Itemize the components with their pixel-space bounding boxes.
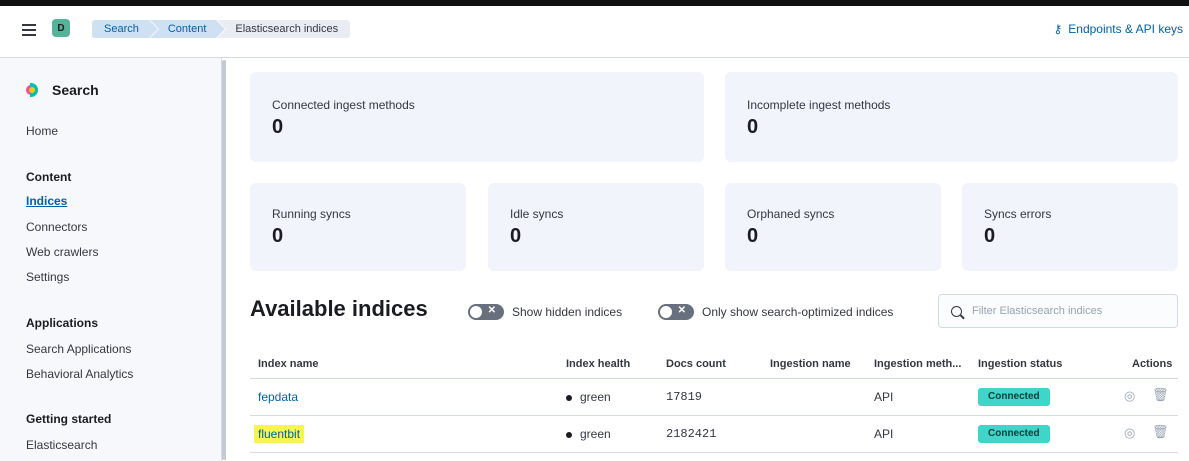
card-label: Incomplete ingest methods <box>747 98 891 112</box>
column-ingestion-status[interactable]: Ingestion status <box>978 358 1062 370</box>
show-hidden-indices-toggle[interactable]: ✕ Show hidden indices <box>468 304 622 320</box>
sidebar-item-behavioral-analytics[interactable]: Behavioral Analytics <box>26 367 133 381</box>
breadcrumb-content[interactable]: Content <box>149 20 226 38</box>
page-title: Available indices <box>250 296 428 321</box>
column-ingestion-method[interactable]: Ingestion meth... <box>874 358 961 370</box>
column-actions: Actions <box>1132 358 1173 370</box>
card-label: Connected ingest methods <box>272 98 415 112</box>
card-value: 0 <box>747 116 759 138</box>
search-optimized-toggle[interactable]: ✕ Only show search-optimized indices <box>658 304 893 320</box>
toggle-switch[interactable]: ✕ <box>658 304 694 320</box>
ingestion-method-cell: API <box>874 427 894 441</box>
toggle-switch[interactable]: ✕ <box>468 304 504 320</box>
toggle-label: Only show search-optimized indices <box>702 305 894 319</box>
trash-icon[interactable]: 🗑 <box>1152 424 1169 440</box>
column-index-name[interactable]: Index name <box>258 358 319 370</box>
sidebar-title: Search <box>26 82 99 98</box>
health-text: green <box>580 427 611 441</box>
docs-count-cell: 17819 <box>666 390 703 404</box>
breadcrumb-search[interactable]: Search <box>92 20 159 38</box>
ingestion-method-cell: API <box>874 390 894 404</box>
sidebar-item-web-crawlers[interactable]: Web crawlers <box>26 245 98 259</box>
divider <box>250 415 1178 416</box>
card-value: 0 <box>510 225 522 247</box>
sidebar-title-text: Search <box>52 82 99 98</box>
search-app-logo-icon <box>26 83 40 97</box>
index-link-fepdata[interactable]: fepdata <box>258 390 298 404</box>
sidebar-item-search-applications[interactable]: Search Applications <box>26 342 131 356</box>
highlighted-index-name: fluentbit <box>254 425 305 443</box>
incomplete-ingest-card: Incomplete ingest methods 0 <box>725 72 1178 162</box>
column-docs-count[interactable]: Docs count <box>666 358 726 370</box>
status-badge: Connected <box>978 388 1050 406</box>
sidebar-item-home[interactable]: Home <box>26 124 58 138</box>
column-index-health[interactable]: Index health <box>566 358 630 370</box>
card-label: Idle syncs <box>510 207 564 221</box>
index-link-fluentbit[interactable]: fluentbit <box>254 425 305 443</box>
filter-placeholder: Filter Elasticsearch indices <box>972 305 1103 317</box>
divider <box>250 378 1178 379</box>
trash-icon[interactable]: 🗑 <box>1152 387 1169 403</box>
breadcrumb-elasticsearch-indices: Elasticsearch indices <box>217 20 351 38</box>
sidebar-item-connectors[interactable]: Connectors <box>26 220 87 234</box>
cross-icon: ✕ <box>487 305 496 316</box>
cross-icon: ✕ <box>677 305 686 316</box>
sidebar-item-settings[interactable]: Settings <box>26 270 69 284</box>
card-label: Orphaned syncs <box>747 207 835 221</box>
sidebar-heading-getting-started: Getting started <box>26 412 112 426</box>
health-cell: green <box>566 390 611 404</box>
health-dot-icon <box>566 431 572 438</box>
view-icon[interactable]: ◎ <box>1124 388 1135 404</box>
card-value: 0 <box>272 116 284 138</box>
endpoints-api-keys-button[interactable]: ⚷ Endpoints & API keys <box>1053 22 1183 36</box>
docs-count-cell: 2182421 <box>666 427 717 441</box>
search-icon <box>951 305 962 317</box>
sidebar-item-elasticsearch[interactable]: Elasticsearch <box>26 438 97 452</box>
toggle-label: Show hidden indices <box>512 305 623 319</box>
health-dot-icon <box>566 394 572 401</box>
orphaned-syncs-card: Orphaned syncs 0 <box>725 183 941 271</box>
card-value: 0 <box>272 225 284 247</box>
view-icon[interactable]: ◎ <box>1124 425 1135 441</box>
idle-syncs-card: Idle syncs 0 <box>488 183 704 271</box>
column-ingestion-name[interactable]: Ingestion name <box>770 358 851 370</box>
sidebar-item-indices[interactable]: Indices <box>26 194 67 208</box>
divider <box>250 452 1178 453</box>
health-cell: green <box>566 427 611 441</box>
menu-icon[interactable] <box>22 24 36 36</box>
card-value: 0 <box>984 225 996 247</box>
filter-indices-input[interactable]: Filter Elasticsearch indices <box>938 294 1178 328</box>
endpoints-label: Endpoints & API keys <box>1068 22 1183 36</box>
sidebar-scrollbar[interactable] <box>222 60 226 460</box>
top-header: D Search Content Elasticsearch indices ⚷… <box>0 0 1189 58</box>
sidebar: Search Home Content Indices Connectors W… <box>0 58 222 461</box>
sidebar-heading-applications: Applications <box>26 316 99 330</box>
sync-errors-card: Syncs errors 0 <box>962 183 1178 271</box>
card-label: Running syncs <box>272 207 351 221</box>
running-syncs-card: Running syncs 0 <box>250 183 466 271</box>
sidebar-heading-content: Content <box>26 170 72 184</box>
health-text: green <box>580 390 611 404</box>
connected-ingest-card: Connected ingest methods 0 <box>250 72 704 162</box>
status-badge: Connected <box>978 425 1050 443</box>
space-avatar[interactable]: D <box>52 19 70 37</box>
card-label: Syncs errors <box>984 207 1052 221</box>
breadcrumb: Search Content Elasticsearch indices <box>92 20 351 38</box>
card-value: 0 <box>747 225 759 247</box>
key-icon: ⚷ <box>1053 22 1063 36</box>
